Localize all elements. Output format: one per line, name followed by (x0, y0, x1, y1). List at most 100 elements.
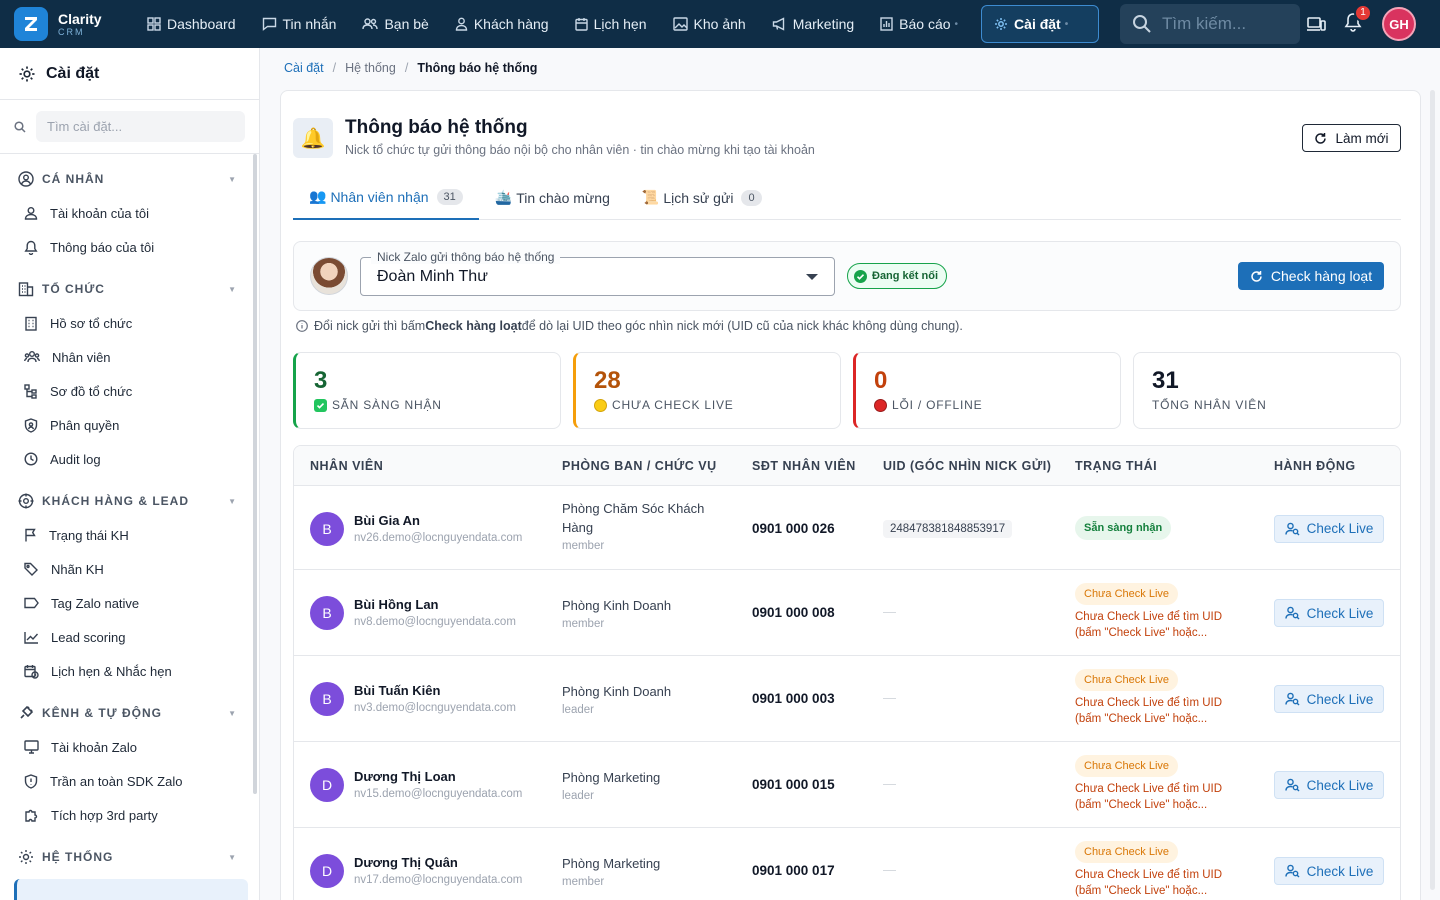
org-chart-icon (24, 383, 37, 399)
breadcrumb-settings[interactable]: Cài đặt (284, 61, 324, 75)
nav-friends[interactable]: Bạn bè (349, 0, 441, 48)
table-row: D Dương Thị Loan nv15.demo@locnguyendata.c… (294, 742, 1400, 828)
employee-phone: 0901 000 008 (752, 605, 835, 620)
sidebar-group-channels[interactable]: KÊNH & TỰ ĐỘNG ▼ (0, 696, 259, 730)
stats-row: 3 SẴN SÀNG NHẬN 28 CHƯA CHECK LIVE 0 LỖI… (293, 352, 1401, 429)
trend-icon (24, 631, 39, 644)
sidebar-item-zalo-accounts[interactable]: Tài khoản Zalo (0, 730, 259, 764)
page-title: Thông báo hệ thống (345, 117, 528, 138)
main-scrollbar[interactable] (1430, 90, 1435, 890)
sidebar-item-customer-labels[interactable]: Nhãn KH (0, 552, 259, 586)
chevron-down-icon: ▼ (228, 496, 237, 506)
check-circle-icon (854, 269, 867, 283)
sidebar-item-org-profile[interactable]: Hồ sơ tổ chức (0, 306, 259, 340)
page-subtitle: Nick tổ chức tự gửi thông báo nội bộ cho… (345, 143, 815, 157)
sidebar-item-lead-scoring[interactable]: Lead scoring (0, 620, 259, 654)
employee-phone: 0901 000 003 (752, 691, 835, 706)
tab-welcome-message[interactable]: 🛳️ Tin chào mừng (479, 175, 626, 220)
employee-department: Phòng Marketing (562, 856, 661, 871)
sidebar-item-permissions[interactable]: Phân quyền (0, 408, 259, 442)
avatar: B (310, 511, 344, 546)
employee-phone: 0901 000 017 (752, 863, 835, 878)
sidebar-group-customers[interactable]: KHÁCH HÀNG & LEAD ▼ (0, 484, 259, 518)
status-note: Chưa Check Live để tìm UID (bấm "Check L… (1075, 697, 1223, 725)
stat-total: 31 TỔNG NHÂN VIÊN (1133, 352, 1401, 429)
more-dot-icon: • (954, 18, 959, 30)
system-notification-card: 🔔 Thông báo hệ thống Nick tổ chức tự gửi… (280, 90, 1421, 900)
global-search-input[interactable]: Tìm kiếm... (1162, 14, 1246, 34)
status-badge: Chưa Check Live (1075, 755, 1179, 777)
sidebar-item-integrations[interactable]: Tích hợp 3rd party (0, 798, 259, 832)
nav-messages[interactable]: Tin nhắn (249, 0, 350, 48)
tab-send-history[interactable]: 📜 Lịch sử gửi 0 (626, 175, 778, 220)
nav-reports[interactable]: Báo cáo • (867, 0, 971, 48)
sidebar-group-personal[interactable]: CÁ NHÂN ▼ (0, 162, 259, 196)
user-avatar[interactable]: GH (1382, 7, 1416, 41)
nav-gallery[interactable]: Kho ảnh (660, 0, 759, 48)
sidebar-item-system-notifications[interactable] (14, 879, 248, 900)
uid-value: 248478381848853917 (883, 519, 1013, 538)
sidebar-item-appointments[interactable]: Lịch hẹn & Nhắc hẹn (0, 654, 259, 688)
check-live-button[interactable]: Check Live (1274, 771, 1384, 799)
devices-icon[interactable] (1306, 15, 1326, 33)
monitor-icon (24, 740, 39, 754)
sidebar-item-zalo-sdk-limit[interactable]: Trần an toàn SDK Zalo (0, 764, 259, 798)
employee-department: Phòng Kinh Doanh (562, 684, 672, 699)
stat-unchecked: 28 CHƯA CHECK LIVE (573, 352, 841, 429)
status-note: Chưa Check Live để tìm UID (bấm "Check L… (1075, 869, 1223, 897)
status-badge: Chưa Check Live (1075, 669, 1179, 691)
bulk-check-button[interactable]: Check hàng loạt (1238, 262, 1384, 290)
notifications-button[interactable]: 1 (1344, 3, 1372, 37)
check-live-button[interactable]: Check Live (1274, 857, 1384, 885)
breadcrumb-system[interactable]: Hệ thống (345, 61, 396, 75)
target-icon (18, 493, 34, 509)
tab-recipients[interactable]: 👥 Nhân viên nhận 31 (293, 175, 479, 220)
chart-icon (880, 17, 893, 31)
sender-panel: Nick Zalo gửi thông báo hệ thống Đoàn Mi… (293, 241, 1401, 311)
sidebar-item-audit-log[interactable]: Audit log (0, 442, 259, 476)
label-icon (24, 597, 39, 609)
status-note: Chưa Check Live để tìm UID (bấm "Check L… (1075, 783, 1223, 811)
nav-appointments[interactable]: Lịch hẹn (562, 0, 660, 48)
nav-customers[interactable]: Khách hàng (442, 0, 562, 48)
sender-select[interactable]: Nick Zalo gửi thông báo hệ thống Đoàn Mi… (360, 250, 835, 296)
app-logo[interactable]: Clarity CRM (14, 7, 124, 41)
shield-icon (24, 417, 38, 433)
sidebar-item-my-account[interactable]: Tài khoản của tôi (0, 196, 259, 230)
check-live-button[interactable]: Check Live (1274, 599, 1384, 627)
connection-status-badge: Đang kết nối (847, 263, 947, 289)
nav-marketing[interactable]: Marketing (759, 0, 867, 48)
check-live-button[interactable]: Check Live (1274, 685, 1384, 713)
global-search[interactable]: Tìm kiếm... (1120, 4, 1300, 44)
user-search-icon (1284, 606, 1300, 620)
nav-dashboard[interactable]: Dashboard (134, 0, 249, 48)
sidebar-scrollbar[interactable] (253, 154, 257, 794)
status-badge: Chưa Check Live (1075, 583, 1179, 605)
puzzle-icon (25, 809, 38, 822)
refresh-icon (1251, 270, 1262, 282)
calendar-clock-icon (24, 664, 39, 679)
user-circle-icon (18, 171, 34, 187)
avatar: B (310, 682, 344, 716)
table-row: B Bùi Hồng Lan nv8.demo@locnguyendata.com P… (294, 570, 1400, 656)
sidebar-item-my-notifications[interactable]: Thông báo của tôi (0, 230, 259, 264)
sidebar-item-zalo-tags[interactable]: Tag Zalo native (0, 586, 259, 620)
tab-count: 31 (436, 188, 463, 205)
sidebar-item-employees[interactable]: Nhân viên (0, 340, 259, 374)
app-sub: CRM (58, 26, 85, 37)
avatar: D (310, 854, 344, 888)
sidebar-search-input[interactable]: Tìm cài đặt... (36, 111, 245, 142)
uid-empty: — (883, 862, 896, 877)
check-live-button[interactable]: Check Live (1274, 514, 1384, 543)
sidebar-item-customer-status[interactable]: Trạng thái KH (0, 518, 259, 552)
sidebar-title: Cài đặt (0, 48, 259, 100)
nav-settings[interactable]: Cài đặt • (981, 5, 1100, 43)
search-icon (14, 120, 26, 133)
employee-name: Bùi Tuấn Kiên (354, 683, 441, 698)
sidebar-group-organization[interactable]: TỔ CHỨC ▼ (0, 272, 259, 306)
sidebar-group-system[interactable]: HỆ THỐNG ▼ (0, 840, 259, 874)
refresh-button[interactable]: Làm mới (1302, 124, 1401, 152)
app-name: Clarity (58, 10, 102, 27)
sidebar-item-org-chart[interactable]: Sơ đồ tổ chức (0, 374, 259, 408)
friends-icon (362, 18, 379, 30)
